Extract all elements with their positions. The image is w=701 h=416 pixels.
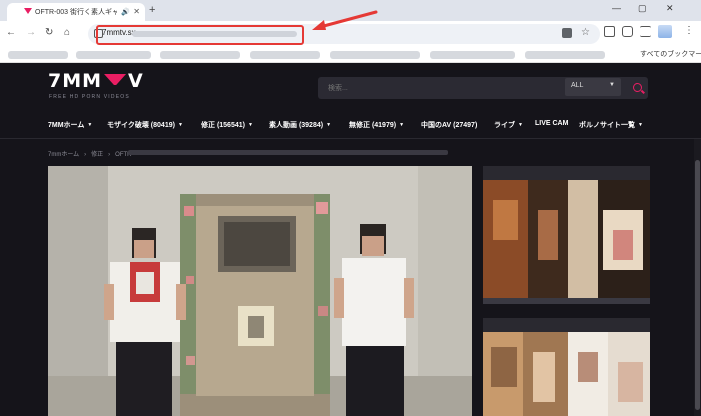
search-scope-select[interactable]: ALL ▼ (565, 78, 621, 96)
sidebar-thumbnail-caption (483, 298, 650, 304)
profile-avatar[interactable] (658, 25, 672, 38)
nav-label: ポルノサイト一覧 (579, 122, 635, 129)
nav-item-censored[interactable]: 修正 (156541) ▼ (201, 120, 253, 130)
tab-title: OFTR-003 街行く素人ギャル (35, 9, 117, 16)
nav-item-live[interactable]: ライブ ▼ (494, 120, 523, 130)
bookmark-item[interactable] (430, 51, 515, 59)
nav-label: モザイク破壊 (80419) (107, 122, 175, 129)
logo-text: 7MM (48, 70, 103, 92)
speaker-icon[interactable]: 🔊 (121, 8, 130, 16)
sidebar-thumbnail[interactable] (483, 332, 650, 416)
nav-label: 中国のAV (27497) (421, 122, 478, 129)
nav-item-live-cam[interactable]: LIVE CAM (535, 120, 568, 127)
nav-item-site-list[interactable]: ポルノサイト一覧 ▼ (579, 120, 643, 130)
breadcrumb-separator: › (84, 152, 87, 158)
logo-heart-icon (104, 74, 127, 85)
translate-icon[interactable] (562, 28, 572, 38)
chevron-down-icon: ▼ (326, 122, 332, 128)
nav-label: 素人動画 (39284) (269, 122, 324, 129)
screenshot-icon[interactable] (604, 26, 615, 37)
bookmark-star-icon[interactable]: ☆ (581, 27, 590, 38)
site-nav: 7MMホーム ▼ モザイク破壊 (80419) ▼ 修正 (156541) ▼ 素人動… (0, 111, 701, 139)
pixelated-video-frame (48, 166, 472, 416)
bookmark-item[interactable] (330, 51, 420, 59)
page-scrollbar-thumb[interactable] (695, 160, 700, 410)
bookmark-item[interactable] (160, 51, 240, 59)
nav-label: 修正 (156541) (201, 122, 245, 129)
search-button[interactable] (626, 78, 648, 96)
home-icon[interactable]: ⌂ (64, 27, 70, 38)
search-input[interactable] (328, 81, 548, 95)
nav-label: LIVE CAM (535, 120, 569, 127)
nav-item-uncensored[interactable]: 無修正 (41979) ▼ (349, 120, 404, 130)
back-arrow-icon[interactable]: ← (6, 27, 16, 38)
sidebar-card-header (483, 166, 650, 180)
sidebar-card-header (483, 318, 650, 332)
site-logo[interactable]: 7MM V (48, 70, 144, 92)
browser-tab[interactable]: OFTR-003 街行く素人ギャル 🔊 ✕ (7, 3, 145, 21)
search-scope-value: ALL (571, 82, 584, 89)
nav-label: 無修正 (41979) (349, 122, 397, 129)
chevron-down-icon: ▼ (87, 122, 93, 128)
nav-item-mosaic-removed[interactable]: モザイク破壊 (80419) ▼ (107, 120, 183, 130)
nav-item-amateur[interactable]: 素人動画 (39284) ▼ (269, 120, 331, 130)
site-favicon-icon (24, 8, 32, 14)
bookmark-item[interactable] (250, 51, 320, 59)
bookmark-item[interactable] (525, 51, 605, 59)
close-window-button[interactable]: ✕ (666, 3, 674, 14)
sidebar-thumbnail[interactable] (483, 180, 650, 298)
reading-list-icon[interactable] (640, 26, 651, 37)
maximize-button[interactable]: ▢ (638, 3, 647, 14)
nav-item-chinese-av[interactable]: 中国のAV (27497) (421, 120, 477, 130)
search-icon (632, 82, 642, 92)
chevron-down-icon: ▼ (518, 122, 523, 128)
new-tab-button[interactable]: + (149, 4, 155, 16)
nav-label: 7MMホーム (48, 122, 85, 129)
breadcrumb-blurred-title (128, 150, 448, 155)
chevron-down-icon: ▼ (399, 122, 405, 128)
pixelated-thumbnail (483, 332, 650, 416)
url-highlight-box (96, 25, 304, 45)
breadcrumb-section[interactable]: 修正 (91, 152, 103, 158)
video-player[interactable] (48, 166, 472, 416)
site-tagline: FREE HD PORN VIDEOS (49, 94, 130, 100)
chevron-down-icon: ▼ (177, 122, 183, 128)
bookmark-item[interactable] (8, 51, 68, 59)
reload-icon[interactable]: ↻ (45, 27, 53, 38)
bookmark-item[interactable] (76, 51, 151, 59)
chevron-down-icon: ▼ (609, 82, 615, 88)
all-bookmarks-link[interactable]: すべてのブックマーク (640, 49, 701, 59)
minimize-button[interactable]: — (612, 3, 621, 13)
logo-text-end: V (128, 70, 144, 92)
menu-kebab-icon[interactable]: ⋮ (684, 25, 694, 36)
chevron-down-icon: ▼ (638, 122, 643, 128)
breadcrumb: 7mmホーム › 修正 › OFTR (48, 149, 132, 158)
annotation-arrow-icon (312, 10, 378, 30)
extensions-icon[interactable] (622, 26, 633, 37)
forward-arrow-icon[interactable]: → (26, 27, 36, 38)
nav-item-home[interactable]: 7MMホーム ▼ (48, 120, 92, 130)
breadcrumb-separator: › (108, 152, 111, 158)
chevron-down-icon: ▼ (247, 122, 253, 128)
pixelated-thumbnail (483, 180, 650, 298)
nav-label: ライブ (494, 122, 515, 129)
breadcrumb-home[interactable]: 7mmホーム (48, 152, 79, 158)
bookmarks-bar: すべてのブックマーク (0, 47, 701, 63)
tab-close-icon[interactable]: ✕ (133, 7, 140, 16)
